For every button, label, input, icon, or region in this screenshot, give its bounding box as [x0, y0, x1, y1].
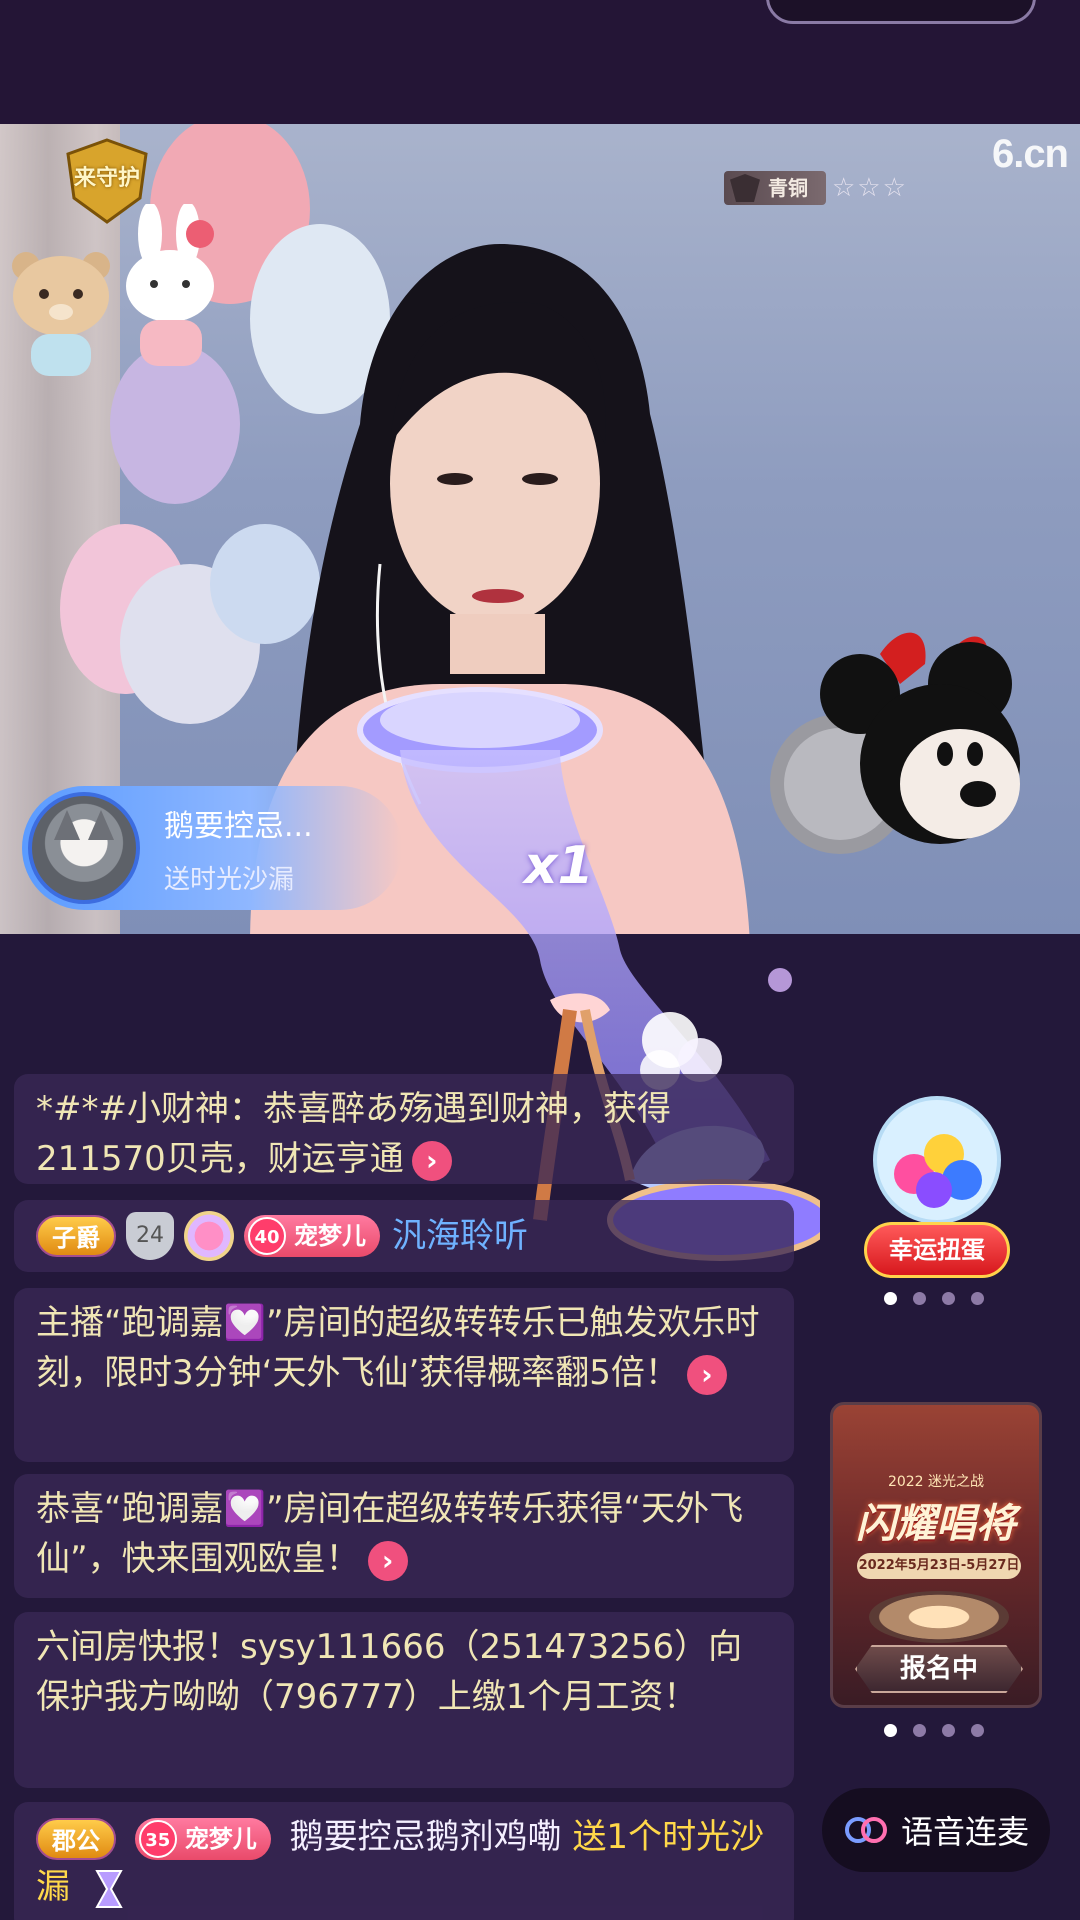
noble-badge[interactable]: 子爵	[36, 1215, 116, 1257]
gift-count: x1	[524, 836, 594, 896]
heart-gem-icon[interactable]	[184, 1211, 234, 1261]
carousel-dot[interactable]	[913, 1292, 926, 1305]
shield-level-icon[interactable]: 24	[126, 1212, 174, 1260]
event-date: 2022年5月23日-5月27日	[857, 1553, 1021, 1579]
fan-badge-label: 宠梦儿	[184, 1824, 257, 1853]
avatar-cat-ear	[54, 810, 80, 840]
bear-sticker	[12, 252, 110, 376]
carousel-dots[interactable]	[884, 1724, 984, 1737]
noble-badge[interactable]: 郡公	[36, 1817, 116, 1860]
guard-label[interactable]: 来守护	[62, 160, 152, 192]
chevron-right-icon[interactable]: ›	[367, 1540, 408, 1581]
voice-link-button[interactable]: 语音连麦	[822, 1788, 1050, 1872]
avatar-cat-ear	[88, 810, 114, 840]
rank-stars: ☆☆☆	[832, 173, 908, 203]
system-message-text: 六间房快报！sysy111666（251473256）向 保护我方呦呦（7967…	[36, 1627, 743, 1717]
avatar[interactable]	[28, 792, 140, 904]
gift-sender-name: 鹅要控忌...	[164, 808, 313, 844]
fan-level: 40	[248, 1217, 286, 1255]
system-message-text: *#*#小财神：恭喜醉あ殇遇到财神，获得211570贝壳，财运亨通	[36, 1089, 671, 1179]
gift-notice-pill[interactable]: 鹅要控忌... 送时光沙漏	[22, 786, 402, 910]
voice-link-label: 语音连麦	[900, 1813, 1029, 1851]
top-bar	[0, 0, 1080, 124]
chat-message[interactable]: 恭喜“跑调嘉💟”房间在超级转转乐获得“天外飞仙”，快来围观欧皇！ ›	[14, 1474, 794, 1598]
hourglass-gift-icon	[95, 1869, 123, 1908]
rank-label: 青铜	[724, 171, 826, 205]
carousel-dot[interactable]	[942, 1724, 955, 1737]
chevron-right-icon[interactable]: ›	[411, 1140, 452, 1181]
carousel-dots[interactable]	[884, 1292, 984, 1305]
chevron-right-icon[interactable]: ›	[686, 1354, 727, 1395]
lucky-gacha-button[interactable]: 幸运扭蛋	[864, 1222, 1010, 1278]
search-pill[interactable]	[766, 0, 1036, 24]
chat-username[interactable]: 鹅要控忌鹅剂鸡嘞	[290, 1817, 562, 1857]
carousel-dot-active[interactable]	[884, 1724, 897, 1737]
fan-badge-label: 宠梦儿	[294, 1222, 366, 1250]
system-message-text: 主播“跑调嘉💟”房间的超级转转乐已触发欢乐时刻，限时3分钟‘天外飞仙’获得概率翻…	[36, 1303, 760, 1393]
chat-message[interactable]: 主播“跑调嘉💟”房间的超级转转乐已触发欢乐时刻，限时3分钟‘天外飞仙’获得概率翻…	[14, 1288, 794, 1462]
anchor-rank-badge[interactable]: 青铜 ☆☆☆	[724, 168, 908, 208]
gift-notice-text: 鹅要控忌... 送时光沙漏	[164, 801, 313, 896]
fan-level: 35	[138, 1819, 177, 1858]
fan-badge[interactable]: 35 宠梦儿	[134, 1817, 271, 1860]
signup-button[interactable]: 报名中	[855, 1645, 1023, 1693]
carousel-dot-active[interactable]	[884, 1292, 897, 1305]
carousel-dot[interactable]	[971, 1724, 984, 1737]
chat-username[interactable]: 汎海聆听	[392, 1211, 528, 1261]
carousel-dot[interactable]	[913, 1724, 926, 1737]
chat-message[interactable]: *#*#小财神：恭喜醉あ殇遇到财神，获得211570贝壳，财运亨通 ›	[14, 1074, 794, 1184]
carousel-dot[interactable]	[971, 1292, 984, 1305]
site-logo: 6.cn	[991, 132, 1069, 176]
gift-action: 送时光沙漏	[164, 864, 295, 895]
link-icon	[844, 1817, 887, 1843]
carousel-dot[interactable]	[942, 1292, 955, 1305]
event-banner-card[interactable]: 2022 迷光之战 闪耀唱将 2022年5月23日-5月27日 报名中	[830, 1402, 1042, 1708]
chat-message[interactable]: 子爵 24 40 宠梦儿 汎海聆听	[14, 1200, 794, 1272]
fan-badge[interactable]: 40 宠梦儿	[244, 1215, 380, 1257]
chat-message[interactable]: 六间房快报！sysy111666（251473256）向 保护我方呦呦（7967…	[14, 1612, 794, 1788]
chat-message[interactable]: 郡公 35 宠梦儿 鹅要控忌鹅剂鸡嘞 送1个时光沙漏	[14, 1802, 794, 1920]
event-title: 闪耀唱将	[856, 1501, 1016, 1547]
stage-illustration	[869, 1591, 1009, 1643]
hourglass-gift-animation	[357, 687, 820, 1261]
event-subtitle: 2022 迷光之战	[887, 1474, 985, 1490]
